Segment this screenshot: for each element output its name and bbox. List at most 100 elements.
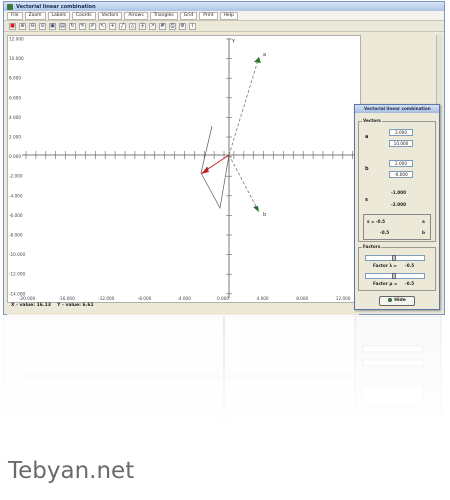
cursor-icon[interactable]: ↖: [99, 22, 106, 30]
cursor2-icon[interactable]: ↗: [149, 22, 156, 30]
x-tick-label: -16.000: [59, 296, 75, 301]
menu-bar: File Zoom Labels Coords Vectors Arrows T…: [4, 11, 444, 21]
vector-dialog: Vectorial linear combination Vectors a 3…: [354, 104, 440, 310]
menu-labels[interactable]: Labels: [47, 11, 70, 20]
formula-coef2: -0.5: [380, 230, 390, 235]
save-icon[interactable]: ▤: [59, 22, 66, 30]
factors-group-label: Factors: [362, 244, 382, 249]
open-icon[interactable]: ▣: [49, 22, 56, 30]
y-tick-label: 4.000: [9, 115, 21, 120]
dialog-title: Vectorial linear combination: [355, 105, 439, 113]
y-tick-label: -8.000: [9, 233, 23, 238]
stop-icon[interactable]: ■: [9, 22, 16, 30]
factor-mu-label: Factor μ =: [373, 281, 398, 286]
y-tick-label: 6.000: [9, 95, 21, 100]
brand-watermark: Tebyan.net: [8, 458, 135, 484]
zoom-fit-icon[interactable]: ⊙: [39, 22, 46, 30]
reflection-graphic: [3, 316, 442, 430]
formula-box: s = -0.5 a -0.5 b: [363, 214, 431, 240]
vector-a-name: a: [365, 134, 369, 140]
menu-file[interactable]: File: [7, 11, 23, 20]
formula-lhs: s = -0.5: [367, 219, 386, 224]
vector-a-label: a: [263, 52, 266, 58]
y-axis-label: Y: [231, 39, 236, 45]
mu-slider-thumb[interactable]: [392, 273, 396, 279]
zoom-out-icon[interactable]: ⊖: [29, 22, 36, 30]
y-tick-label: 10.000: [9, 56, 24, 61]
vectors-group-label: Vectors: [362, 118, 382, 123]
line-icon[interactable]: ╱: [119, 22, 126, 30]
x-tick-label: 8.000: [296, 296, 308, 301]
menu-vectors[interactable]: Vectors: [97, 11, 123, 20]
vector-s-name: s: [365, 197, 368, 203]
menu-zoom[interactable]: Zoom: [24, 11, 46, 20]
menu-triangles[interactable]: Triangles: [149, 11, 178, 20]
vector-a: [228, 56, 260, 156]
y-tick-label: -6.000: [9, 213, 23, 218]
y-tick-label: -12.000: [9, 272, 25, 277]
print-icon[interactable]: ⎙: [169, 22, 176, 30]
x-value: 16.13: [36, 303, 51, 308]
crosshair-icon[interactable]: +: [109, 22, 116, 30]
y-tick-label: 0.000: [9, 154, 21, 159]
vectors-group: Vectors a 3.000 10.000 b 2.000 -6.000 s …: [358, 118, 436, 242]
y-tick-label: 8.000: [9, 76, 21, 81]
menu-grid[interactable]: Grid: [179, 11, 198, 20]
a-x-field[interactable]: 3.000: [389, 129, 413, 136]
menu-print[interactable]: Print: [199, 11, 218, 20]
lambda-slider-thumb[interactable]: [392, 255, 396, 261]
y-tick-label: 2.000: [9, 135, 21, 140]
window-title: Vectorial linear combination: [16, 3, 96, 10]
s-x-value: -1.000: [391, 190, 406, 195]
s-y-value: -2.000: [391, 202, 406, 207]
factors-group: Factors Factor λ = -0.5 Factor μ = -0.5: [358, 244, 436, 291]
grid-icon[interactable]: #: [159, 22, 166, 30]
status-bar: X - value: 16.13 Y - value: 6.61: [7, 303, 359, 315]
formula-a: a: [422, 219, 425, 224]
vector-b: [228, 154, 260, 213]
refresh-icon[interactable]: ↻: [69, 22, 76, 30]
triangle-icon[interactable]: △: [129, 22, 136, 30]
y-tick-label: -10.000: [9, 252, 25, 257]
hide-icon: [388, 297, 393, 302]
hide-button[interactable]: Hide: [379, 296, 415, 306]
menu-coords[interactable]: Coords: [72, 11, 96, 20]
menu-arrows[interactable]: Arrows: [124, 11, 148, 20]
b-y-field[interactable]: -6.000: [389, 171, 413, 178]
b-x-field[interactable]: 2.000: [389, 160, 413, 167]
x-tick-label: 12.000: [336, 296, 351, 301]
x-value-label: X - value:: [11, 303, 36, 308]
zoom-in-icon[interactable]: ⊕: [19, 22, 26, 30]
x-tick-label: 0.000: [217, 296, 229, 301]
a-y-field[interactable]: 10.000: [389, 140, 413, 147]
vector-b-head: [253, 206, 259, 212]
vector-a-head: [254, 57, 261, 63]
formula-b: b: [422, 230, 425, 235]
hide-button-label: Hide: [394, 298, 406, 303]
lambda-slider[interactable]: [365, 255, 425, 261]
menu-help[interactable]: Help: [219, 11, 238, 20]
axis-icon[interactable]: ┼: [139, 22, 146, 30]
x-tick-label: -12.000: [98, 296, 114, 301]
y-tick-label: 12.000: [9, 37, 24, 42]
plot-canvas[interactable]: Y 12.000 10.000 8.000 6.000 4.000 2.000 0.000 -…: [7, 35, 361, 303]
vector-b-name: b: [365, 166, 369, 172]
x-tick-label: -4.000: [177, 296, 191, 301]
title-bar: Vectorial linear combination: [4, 2, 444, 11]
pen-icon[interactable]: ✐: [89, 22, 96, 30]
y-value-label: Y - value:: [57, 303, 81, 308]
window-reflection: [3, 316, 445, 430]
app-icon: [7, 3, 13, 10]
info-icon[interactable]: i: [189, 22, 196, 30]
y-value: 6.61: [82, 303, 94, 308]
x-tick-label: -20.000: [19, 296, 35, 301]
x-tick-label: 4.000: [257, 296, 269, 301]
factor-lambda-label: Factor λ =: [373, 263, 397, 268]
vector-b-label: b: [263, 212, 266, 218]
mu-slider[interactable]: [365, 273, 425, 279]
x-tick-label: -8.000: [138, 296, 152, 301]
eraser-icon[interactable]: ✎: [79, 22, 86, 30]
settings-icon[interactable]: ⚙: [179, 22, 186, 30]
factor-mu-value: -0.5: [405, 281, 415, 286]
vector-s-label: s: [206, 166, 209, 172]
